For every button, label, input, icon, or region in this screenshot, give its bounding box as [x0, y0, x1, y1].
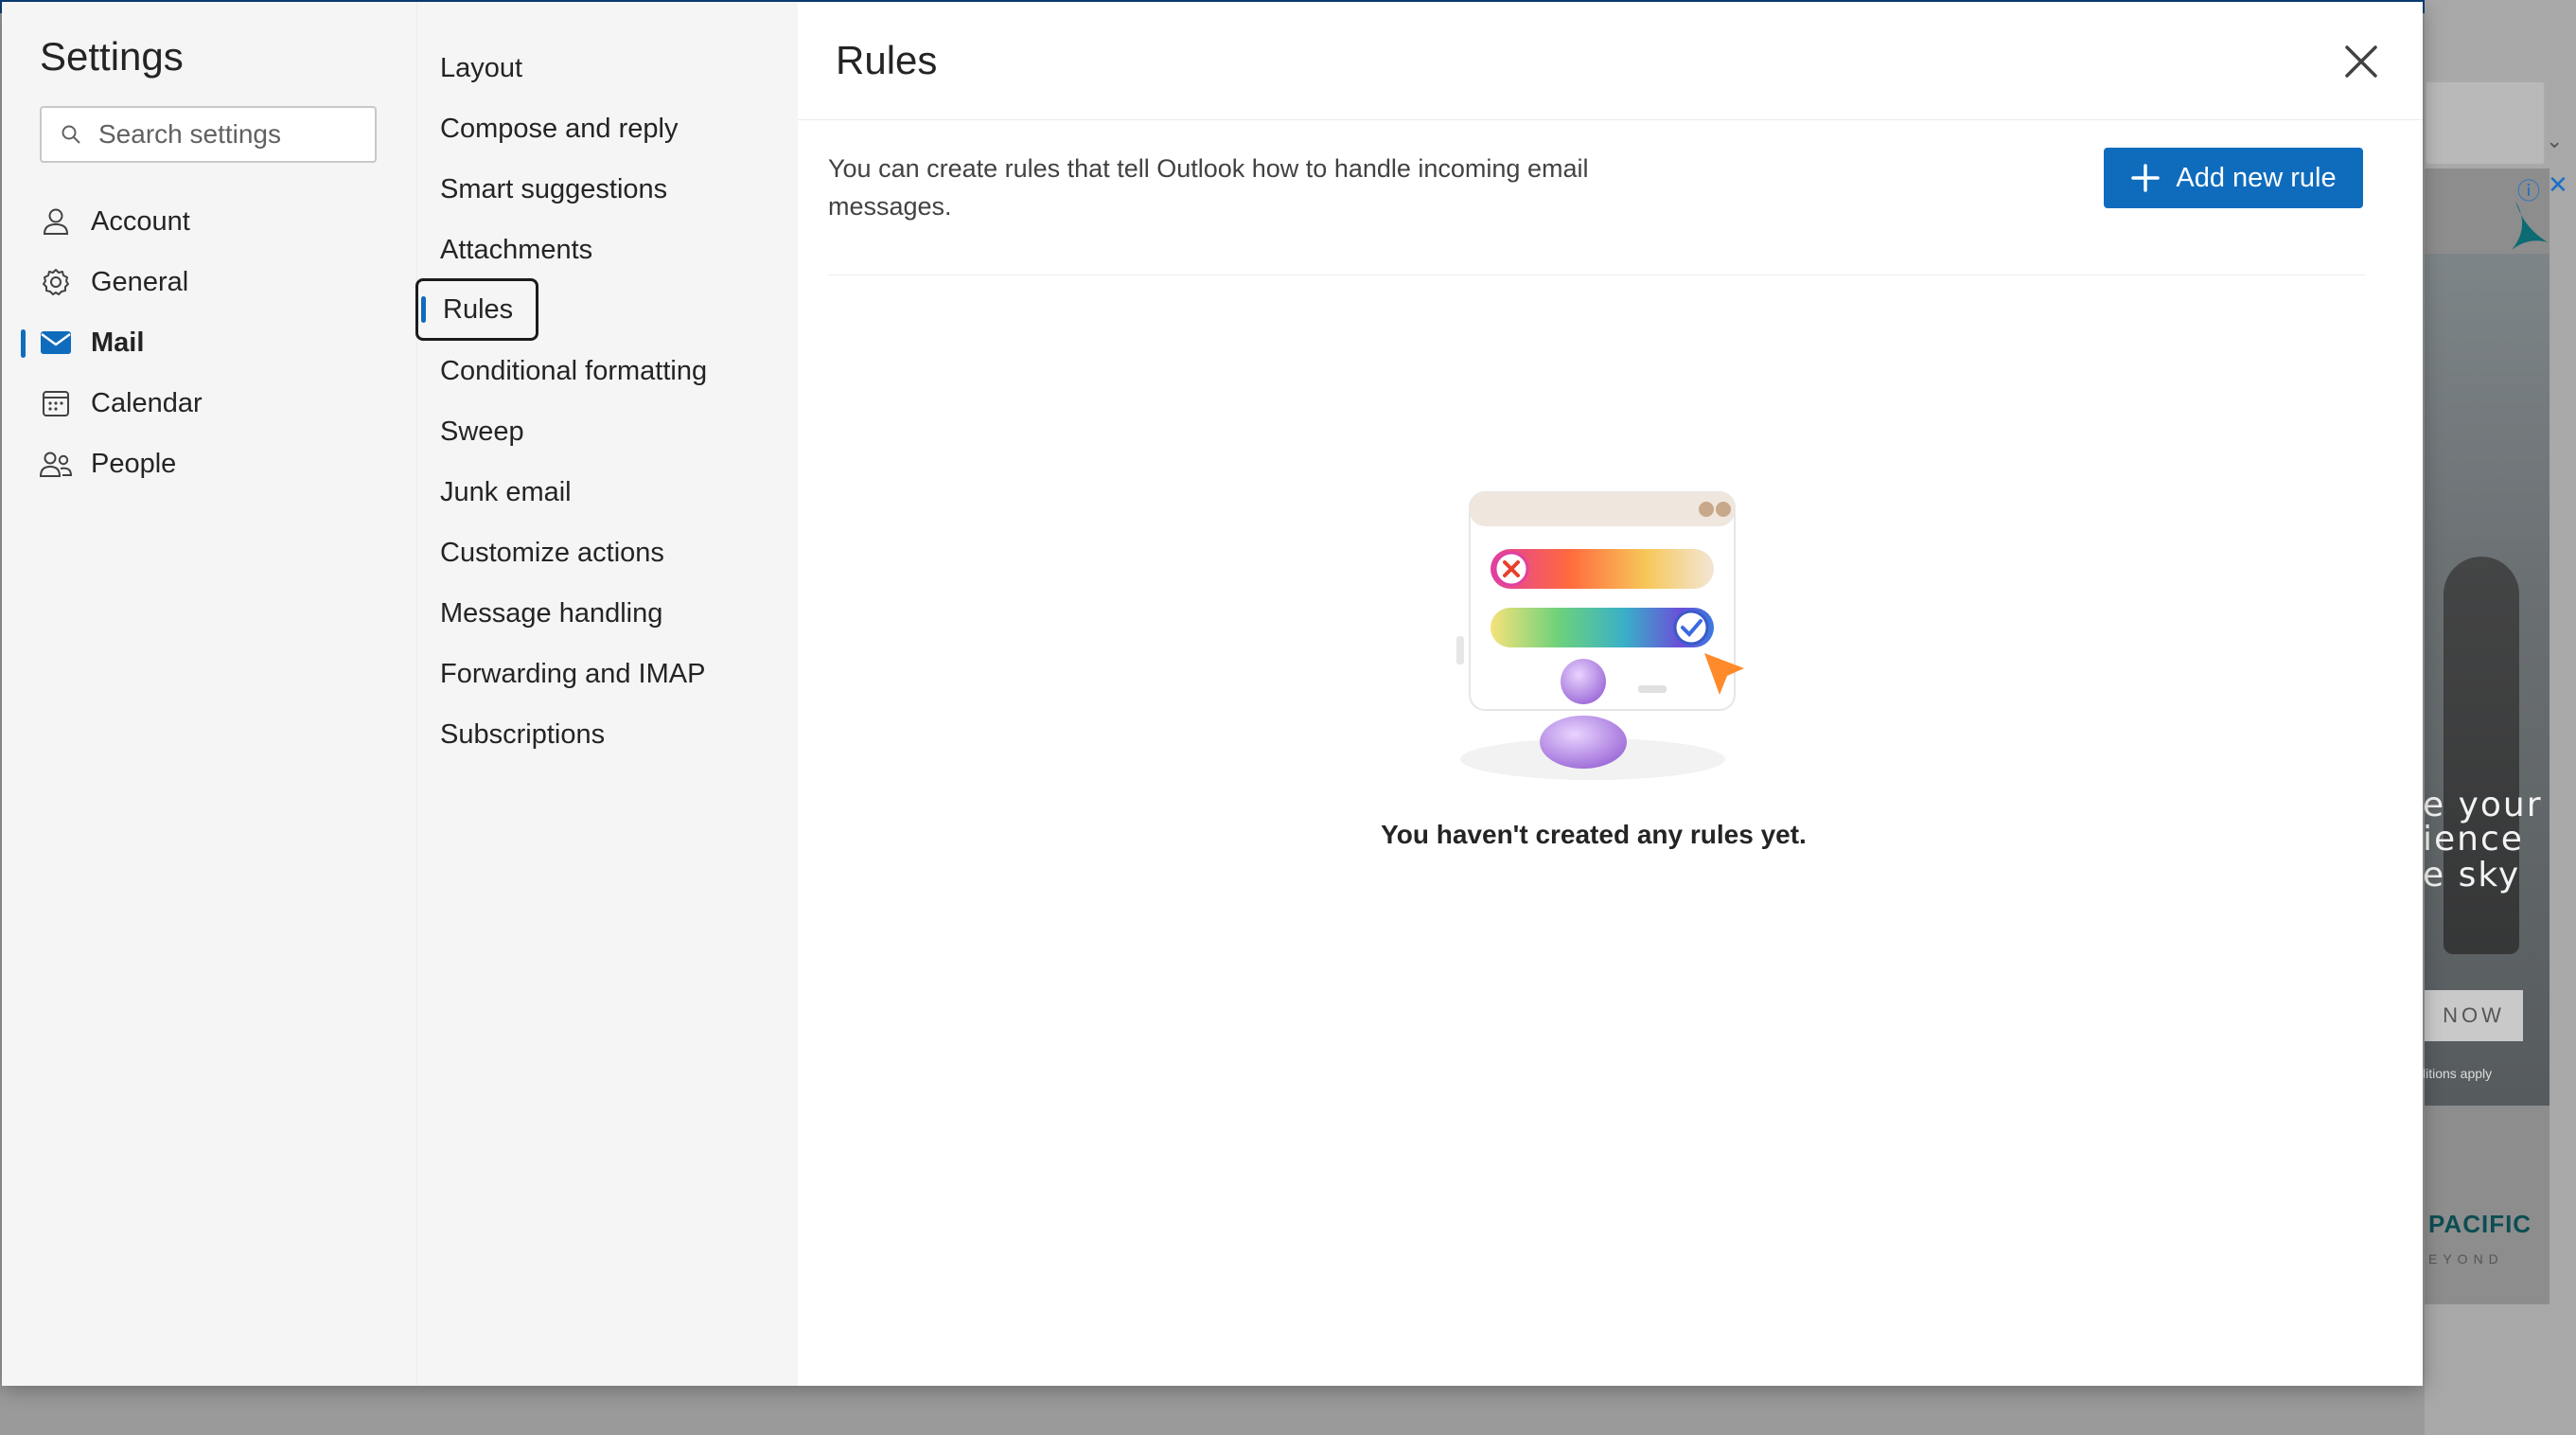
- ad-close-icon[interactable]: ✕: [2548, 170, 2568, 200]
- mail-section-nav: Layout Compose and reply Smart suggestio…: [415, 2, 798, 1386]
- settings-category-nav: Settings Account General Mail: [2, 2, 416, 1386]
- section-layout[interactable]: Layout: [440, 42, 522, 95]
- active-indicator: [21, 329, 26, 358]
- search-input[interactable]: [97, 118, 356, 151]
- ad-logo-icon: [2512, 201, 2548, 250]
- category-general[interactable]: General: [40, 256, 399, 309]
- ad-person-image: [2444, 557, 2519, 954]
- section-attachments[interactable]: Attachments: [440, 223, 592, 276]
- add-new-rule-button[interactable]: Add new rule: [2104, 148, 2363, 208]
- rules-panel: Rules You can create rules that tell Out…: [798, 2, 2423, 1386]
- section-compose-and-reply[interactable]: Compose and reply: [440, 102, 678, 155]
- ad-line-2: ience: [2423, 820, 2524, 859]
- category-people[interactable]: People: [40, 437, 399, 490]
- plus-icon: [2131, 164, 2161, 192]
- ad-cta-button[interactable]: NOW: [2425, 990, 2523, 1041]
- search-icon: [62, 125, 80, 144]
- ad-line-3: e sky: [2423, 856, 2521, 895]
- people-icon: [40, 448, 72, 480]
- search-box[interactable]: [40, 106, 377, 163]
- settings-title: Settings: [40, 34, 184, 79]
- section-forwarding-and-imap[interactable]: Forwarding and IMAP: [440, 647, 705, 700]
- category-label: Calendar: [91, 387, 203, 418]
- mail-icon: [40, 327, 72, 359]
- empty-rules-illustration: [1456, 491, 1744, 780]
- empty-state-message: You haven't created any rules yet.: [1381, 820, 1807, 849]
- close-icon[interactable]: [2339, 40, 2383, 83]
- section-subscriptions[interactable]: Subscriptions: [440, 708, 605, 761]
- category-calendar[interactable]: Calendar: [40, 377, 399, 430]
- section-junk-email[interactable]: Junk email: [440, 466, 572, 519]
- page-title: Rules: [836, 38, 938, 82]
- background-input: [2425, 80, 2546, 166]
- calendar-icon: [40, 387, 72, 419]
- category-label: Mail: [91, 327, 145, 358]
- header-divider: [798, 119, 2423, 120]
- ad-brand: PACIFIC: [2428, 1210, 2532, 1238]
- ad-brand-tagline: EYOND: [2428, 1251, 2504, 1267]
- section-rules[interactable]: Rules: [415, 278, 539, 341]
- chevron-down-icon: ⌄: [2546, 129, 2564, 152]
- person-icon: [40, 205, 72, 238]
- category-label: General: [91, 266, 189, 297]
- category-account[interactable]: Account: [40, 195, 399, 248]
- category-label: People: [91, 448, 177, 479]
- rules-description: You can create rules that tell Outlook h…: [828, 154, 1589, 221]
- section-conditional-formatting[interactable]: Conditional formatting: [440, 345, 707, 398]
- add-new-rule-label: Add new rule: [2176, 162, 2337, 193]
- category-label: Account: [91, 205, 190, 237]
- category-mail[interactable]: Mail: [40, 316, 399, 369]
- gear-icon: [40, 266, 72, 298]
- section-customize-actions[interactable]: Customize actions: [440, 526, 664, 579]
- section-message-handling[interactable]: Message handling: [440, 587, 662, 640]
- ad-banner[interactable]: [2425, 168, 2550, 1304]
- ad-line-1: e your: [2423, 786, 2543, 824]
- ad-small-print: litions apply: [2423, 1066, 2493, 1081]
- section-sweep[interactable]: Sweep: [440, 405, 524, 458]
- settings-dialog: Settings Account General Mail: [2, 2, 2423, 1386]
- section-smart-suggestions[interactable]: Smart suggestions: [440, 163, 667, 216]
